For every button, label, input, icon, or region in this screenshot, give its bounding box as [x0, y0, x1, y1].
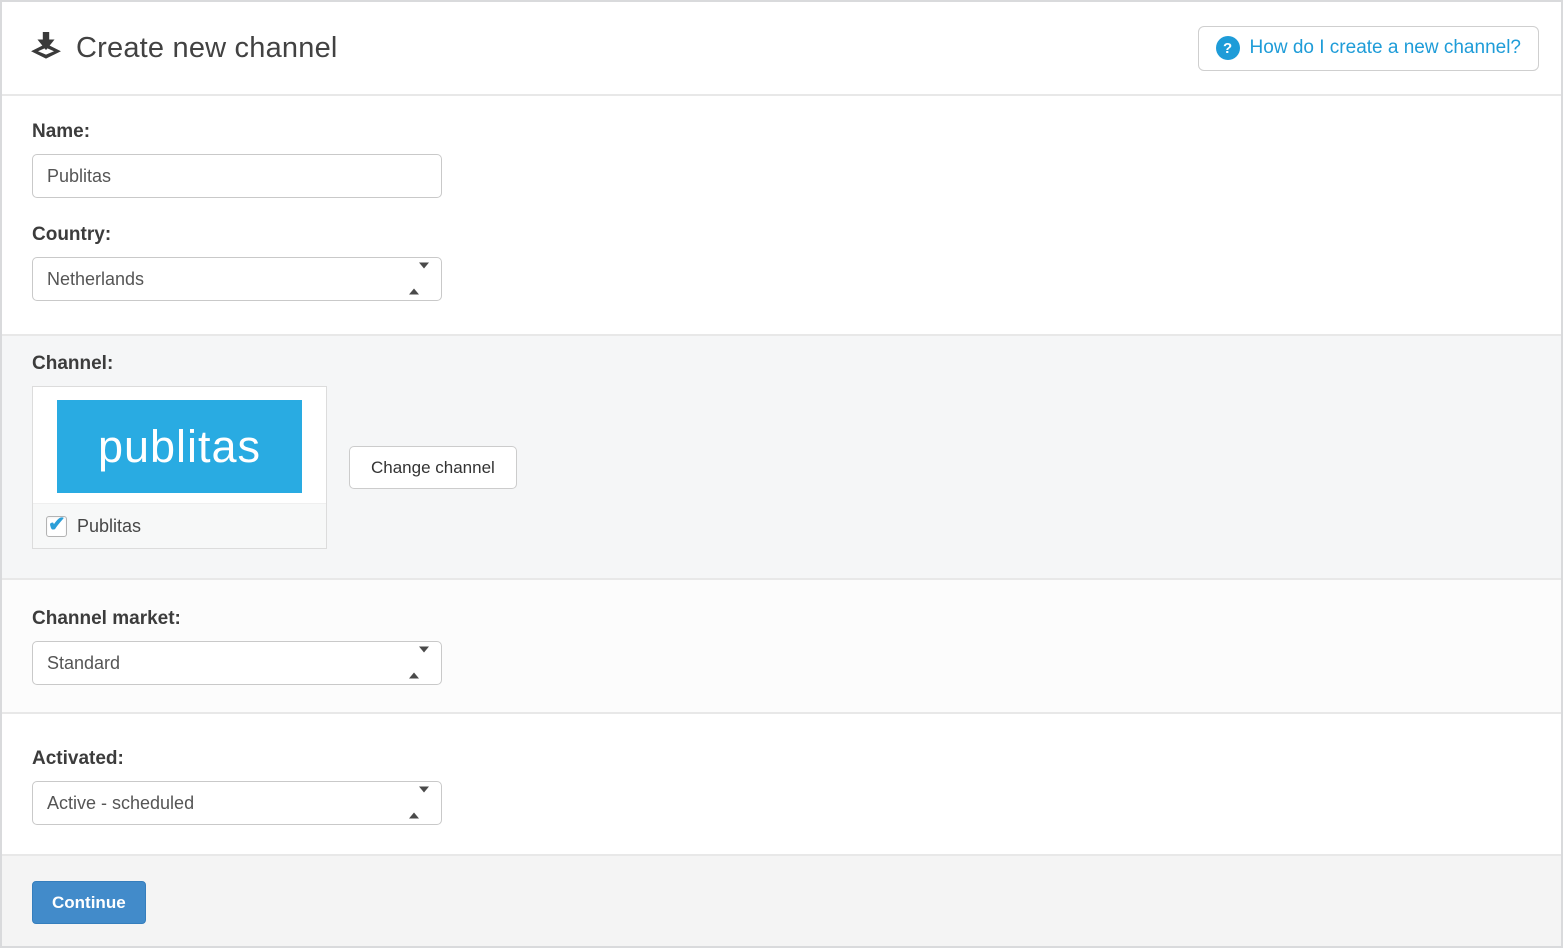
activated-select-value: Active - scheduled — [47, 793, 427, 814]
page-title: Create new channel — [76, 32, 338, 65]
channel-market-section: Channel market: Standard — [2, 580, 1561, 714]
create-channel-page: Create new channel How do I create a new… — [0, 0, 1563, 948]
name-field: Name: — [32, 121, 1531, 198]
country-label: Country: — [32, 224, 1531, 246]
channel-logo-wrap: publitas — [33, 387, 326, 503]
channel-market-select[interactable]: Standard — [32, 641, 442, 685]
channel-row: publitas Publitas Change channel — [32, 386, 1531, 549]
channel-checkbox[interactable] — [46, 516, 67, 537]
help-button[interactable]: How do I create a new channel? — [1198, 26, 1539, 71]
select-stepper-icon — [409, 793, 429, 814]
channel-market-label: Channel market: — [32, 608, 1531, 630]
channel-checkbox-label: Publitas — [77, 516, 141, 537]
channel-card: publitas Publitas — [32, 386, 327, 549]
header-title-group: Create new channel — [30, 32, 338, 65]
form-footer: Continue — [2, 856, 1561, 946]
country-select[interactable]: Netherlands — [32, 257, 442, 301]
help-button-label: How do I create a new channel? — [1250, 37, 1521, 59]
name-label: Name: — [32, 121, 1531, 143]
activated-select[interactable]: Active - scheduled — [32, 781, 442, 825]
channel-label: Channel: — [32, 353, 1531, 375]
select-stepper-icon — [409, 653, 429, 674]
country-field: Country: Netherlands — [32, 224, 1531, 301]
change-channel-button[interactable]: Change channel — [349, 446, 517, 489]
continue-button[interactable]: Continue — [32, 881, 146, 924]
basic-info-section: Name: Country: Netherlands — [2, 96, 1561, 336]
channel-card-footer: Publitas — [33, 503, 326, 548]
name-input[interactable] — [32, 154, 442, 198]
publitas-logo-text: publitas — [98, 421, 261, 473]
activated-section: Activated: Active - scheduled — [2, 714, 1561, 856]
select-stepper-icon — [409, 269, 429, 290]
page-header: Create new channel How do I create a new… — [2, 2, 1561, 96]
country-select-value: Netherlands — [47, 269, 427, 290]
download-icon — [30, 32, 62, 64]
publitas-logo: publitas — [57, 400, 302, 493]
channel-section: Channel: publitas Publitas Change channe… — [2, 336, 1561, 580]
question-circle-icon — [1216, 36, 1240, 60]
activated-label: Activated: — [32, 748, 1531, 770]
channel-market-select-value: Standard — [47, 653, 427, 674]
